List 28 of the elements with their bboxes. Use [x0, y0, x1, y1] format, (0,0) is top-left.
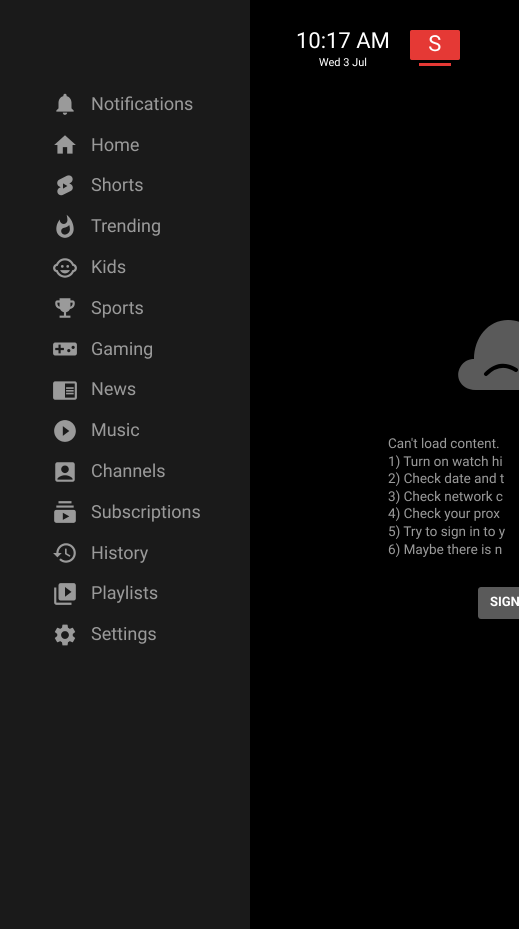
sidebar-item[interactable]: History — [52, 532, 250, 574]
sidebar-item[interactable]: Notifications — [52, 84, 250, 125]
error-message-line: 6) Maybe there is n — [388, 542, 504, 560]
error-message-line: 2) Check date and t — [388, 471, 506, 489]
clock-date: Wed 3 Jul — [318, 56, 367, 70]
sidebar-item[interactable]: Playlists — [52, 574, 250, 614]
playlist-icon — [52, 580, 78, 607]
settings-icon — [52, 622, 78, 648]
sidebar-item[interactable]: Music — [52, 410, 250, 452]
sidebar-item[interactable]: Channels — [52, 451, 250, 492]
subscriptions-icon — [52, 499, 78, 526]
sidebar-item[interactable]: Shorts — [52, 166, 250, 206]
sidebar-item[interactable]: Kids — [52, 247, 250, 288]
sidebar-item[interactable]: News — [52, 370, 250, 410]
error-message-line: 4) Check your prox — [388, 506, 501, 524]
sidebar-item[interactable]: Settings — [52, 614, 250, 656]
sidebar-item[interactable]: Gaming — [52, 328, 250, 370]
sidebar-item[interactable]: Subscriptions — [52, 492, 250, 533]
error-message-line: 5) Try to sign in to y — [388, 524, 506, 542]
error-message-line: 3) Check network c — [388, 488, 504, 506]
sidebar-item[interactable]: Home — [52, 124, 250, 166]
error-message-line: 1) Turn on watch hi — [388, 454, 504, 472]
sign-in-button[interactable]: SIGN — [478, 587, 519, 619]
clock-time: 10:17 AM — [296, 28, 390, 56]
app-logo: S — [410, 30, 460, 66]
error-message-line: Can't load content. — [388, 436, 501, 454]
sidebar-item[interactable]: Trending — [52, 206, 250, 248]
sidebar-item[interactable]: Sports — [52, 288, 250, 329]
